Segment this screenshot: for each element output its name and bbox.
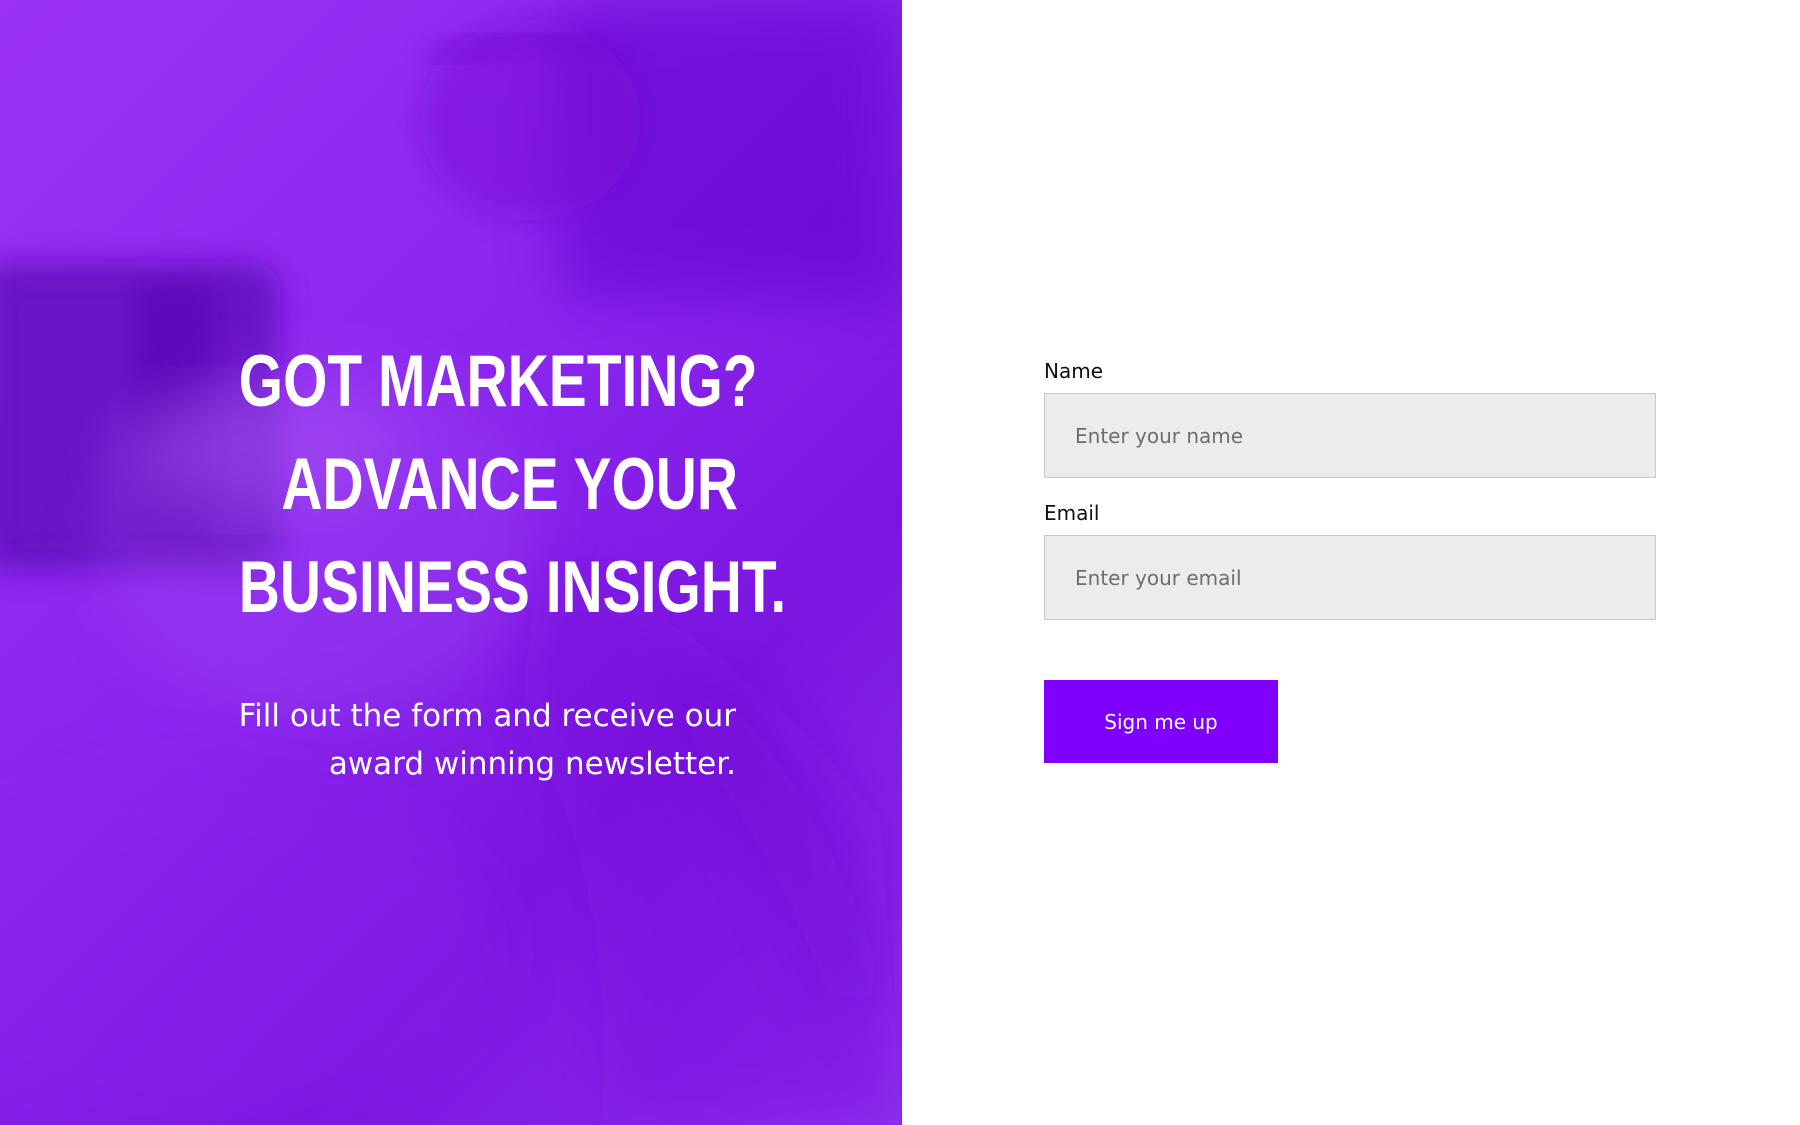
signup-form: Name Email Sign me up <box>1044 356 1656 763</box>
email-label: Email <box>1044 501 1100 525</box>
hero-headline: GOT MARKETING? ADVANCE YOUR BUSINESS INS… <box>238 330 787 639</box>
headline-line-1: GOT MARKETING? <box>238 341 758 422</box>
signup-page: GOT MARKETING? ADVANCE YOUR BUSINESS INS… <box>0 0 1800 1125</box>
field-spacer <box>1044 478 1656 498</box>
sign-up-button[interactable]: Sign me up <box>1044 680 1278 763</box>
email-input[interactable] <box>1044 535 1656 620</box>
name-label: Name <box>1044 359 1104 383</box>
hero-content: GOT MARKETING? ADVANCE YOUR BUSINESS INS… <box>0 0 787 1125</box>
headline-line-3: BUSINESS INSIGHT. <box>238 547 787 628</box>
hero-subtext: Fill out the form and receive our award … <box>238 698 736 782</box>
headline-line-2: ADVANCE YOUR <box>281 444 738 525</box>
name-input[interactable] <box>1044 393 1656 478</box>
hero-panel: GOT MARKETING? ADVANCE YOUR BUSINESS INS… <box>0 0 902 1125</box>
